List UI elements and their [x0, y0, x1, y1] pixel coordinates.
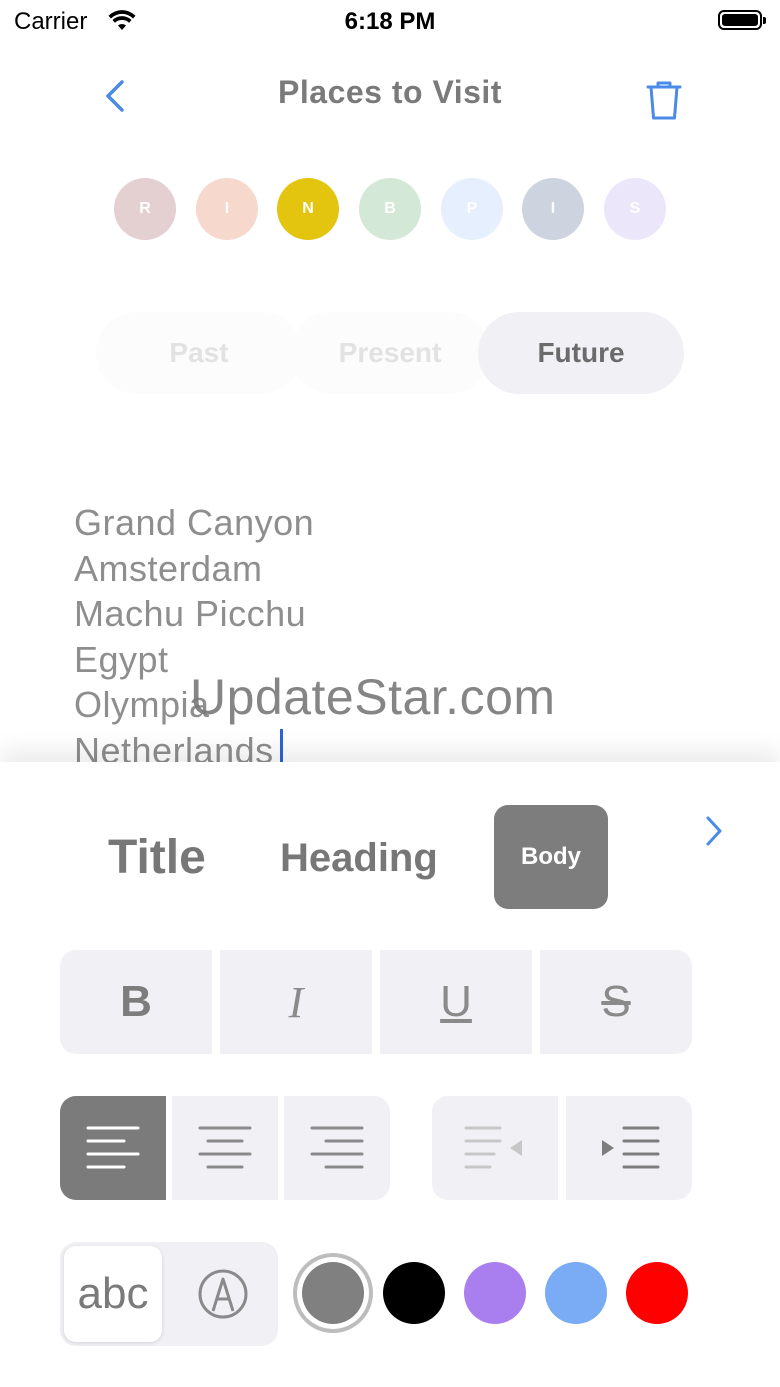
note-line: Machu Picchu — [74, 593, 307, 634]
bold-button[interactable]: B — [60, 950, 212, 1054]
color-tag-letter: I — [550, 200, 556, 217]
color-tag-letter: N — [302, 200, 314, 217]
underline-label: U — [440, 977, 472, 1026]
indent-button[interactable] — [566, 1096, 692, 1200]
text-cursor — [279, 728, 283, 767]
battery-icon — [718, 10, 766, 30]
indent-icon — [602, 1126, 660, 1169]
watermark: UpdateStar.com — [190, 669, 556, 725]
status-bar: Carrier 6:18 PM — [0, 0, 780, 44]
align-left-icon — [86, 1126, 140, 1169]
clock: 6:18 PM — [344, 8, 436, 35]
color-tag-3[interactable]: B — [359, 178, 421, 240]
color-tag-2[interactable]: N — [277, 178, 339, 240]
segment-future[interactable]: Future — [478, 312, 684, 394]
style-body-button[interactable]: Body — [494, 805, 608, 909]
italic-label: I — [288, 977, 304, 1027]
underline-button[interactable]: U — [380, 950, 532, 1054]
align-center-button[interactable] — [172, 1096, 278, 1200]
align-right-button[interactable] — [284, 1096, 390, 1200]
note-line: Amsterdam — [74, 547, 263, 589]
color-tag-4[interactable]: P — [441, 178, 503, 240]
italic-button[interactable]: I — [220, 950, 372, 1054]
strikethrough-button[interactable]: S — [540, 950, 692, 1054]
pencil-tip-icon — [198, 1269, 248, 1319]
color-tag-1[interactable]: I — [196, 178, 258, 240]
style-title-button[interactable]: Title — [108, 830, 206, 885]
color-tag-6[interactable]: S — [604, 178, 666, 240]
text-color-swatch-0[interactable] — [302, 1262, 364, 1324]
keyboard-mode-label: abc — [77, 1269, 149, 1318]
align-center-icon — [198, 1126, 252, 1169]
note-line: Grand Canyon — [74, 502, 315, 543]
text-color-swatch-1[interactable] — [383, 1262, 445, 1324]
outdent-icon — [464, 1126, 522, 1169]
segment-present[interactable]: Present — [290, 312, 490, 394]
keyboard-mode-button[interactable]: abc — [64, 1246, 162, 1342]
color-tag-letter: S — [629, 200, 641, 217]
pencil-mode-button[interactable] — [170, 1242, 276, 1346]
color-tag-letter: P — [466, 200, 478, 217]
note-text-area[interactable]: Grand Canyon Amsterdam Machu Picchu Egyp… — [74, 500, 314, 773]
text-color-swatch-4[interactable] — [626, 1262, 688, 1324]
align-right-icon — [310, 1126, 364, 1169]
bold-label: B — [120, 977, 152, 1026]
chevron-right-icon[interactable] — [702, 814, 726, 848]
color-tag-0[interactable]: R — [114, 178, 176, 240]
outdent-button[interactable] — [432, 1096, 558, 1200]
segment-past[interactable]: Past — [96, 312, 302, 394]
strikethrough-label: S — [601, 977, 631, 1026]
color-tag-5[interactable]: I — [522, 178, 584, 240]
align-left-button[interactable] — [60, 1096, 166, 1200]
text-color-swatch-2[interactable] — [464, 1262, 526, 1324]
trash-icon[interactable] — [644, 78, 684, 122]
color-tag-letter: R — [139, 200, 151, 217]
color-tag-letter: I — [224, 200, 230, 217]
style-heading-button[interactable]: Heading — [280, 836, 438, 881]
color-tag-letter: B — [384, 200, 396, 217]
text-color-swatch-3[interactable] — [545, 1262, 607, 1324]
